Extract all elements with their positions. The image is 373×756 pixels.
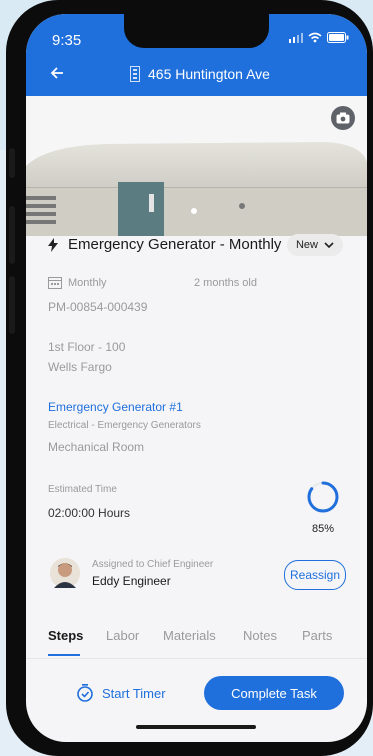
assignment-row: Assigned to Chief Engineer Eddy Engineer [50, 558, 213, 588]
complete-task-button[interactable]: Complete Task [204, 676, 344, 710]
footer-actions: Start Timer Complete Task [26, 668, 367, 726]
asset-location: Mechanical Room [48, 440, 145, 454]
screen: 9:35 465 Huntington Ave Emergency Genera… [26, 14, 367, 742]
floor-location: 1st Floor - 100 [48, 340, 126, 354]
progress-ring-icon [307, 481, 339, 513]
lightning-icon [48, 237, 58, 252]
tab-materials[interactable]: Materials [163, 628, 216, 643]
battery-icon [327, 32, 349, 43]
generator-image [26, 96, 367, 236]
status-dropdown[interactable]: New [287, 234, 343, 256]
task-title-row: Emergency Generator - Monthly [48, 236, 281, 253]
chevron-down-icon [324, 242, 334, 248]
stopwatch-icon [77, 684, 93, 702]
tab-steps[interactable]: Steps [48, 628, 83, 643]
task-title: Emergency Generator - Monthly [68, 236, 282, 253]
back-arrow-icon[interactable] [50, 64, 64, 85]
volume-down-button [9, 276, 15, 334]
status-time: 9:35 [52, 32, 82, 49]
tenant-name: Wells Fargo [48, 360, 112, 374]
notch [124, 14, 269, 48]
phone-frame: 9:35 465 Huntington Ave Emergency Genera… [6, 0, 373, 756]
frequency: Monthly [68, 276, 107, 289]
building-icon [130, 66, 140, 82]
reassign-button[interactable]: Reassign [284, 560, 346, 590]
estimated-time-label: Estimated Time [48, 484, 117, 495]
start-timer-button[interactable]: Start Timer [76, 684, 166, 702]
tab-bar: Steps Labor Materials Notes Parts [26, 628, 367, 659]
status-label: New [295, 239, 318, 251]
start-timer-label: Start Timer [102, 685, 166, 701]
task-age: 2 months old [194, 277, 257, 289]
task-id: PM-00854-000439 [48, 300, 148, 314]
camera-icon[interactable] [331, 106, 355, 130]
asset-link[interactable]: Emergency Generator #1 [48, 400, 183, 414]
calendar-icon [48, 277, 62, 289]
assignee-name: Eddy Engineer [92, 573, 171, 588]
tab-parts[interactable]: Parts [302, 628, 332, 643]
asset-category: Electrical - Emergency Generators [48, 420, 201, 431]
volume-up-button [9, 206, 15, 264]
building-selector[interactable]: 465 Huntington Ave [130, 66, 270, 82]
asset-photo[interactable] [26, 96, 367, 236]
progress-label: 85% [311, 523, 335, 535]
signal-icon [289, 32, 303, 43]
active-tab-indicator [48, 654, 80, 656]
tab-notes[interactable]: Notes [243, 628, 277, 643]
wifi-icon [308, 32, 322, 43]
app-header: 9:35 465 Huntington Ave [26, 14, 367, 96]
assignment-info: Assigned to Chief Engineer Eddy Engineer [92, 559, 213, 588]
building-address: 465 Huntington Ave [148, 66, 270, 82]
progress-ring: 85% [306, 480, 340, 535]
frequency-row: Monthly [48, 276, 107, 289]
mute-switch [9, 148, 15, 178]
home-indicator [136, 725, 256, 729]
estimated-time: 02:00:00 Hours [48, 506, 131, 520]
avatar [50, 558, 80, 588]
carousel-dot[interactable] [191, 208, 197, 214]
assignment-label: Assigned to Chief Engineer [92, 558, 214, 570]
status-icons [289, 32, 349, 43]
tab-labor[interactable]: Labor [106, 628, 139, 643]
